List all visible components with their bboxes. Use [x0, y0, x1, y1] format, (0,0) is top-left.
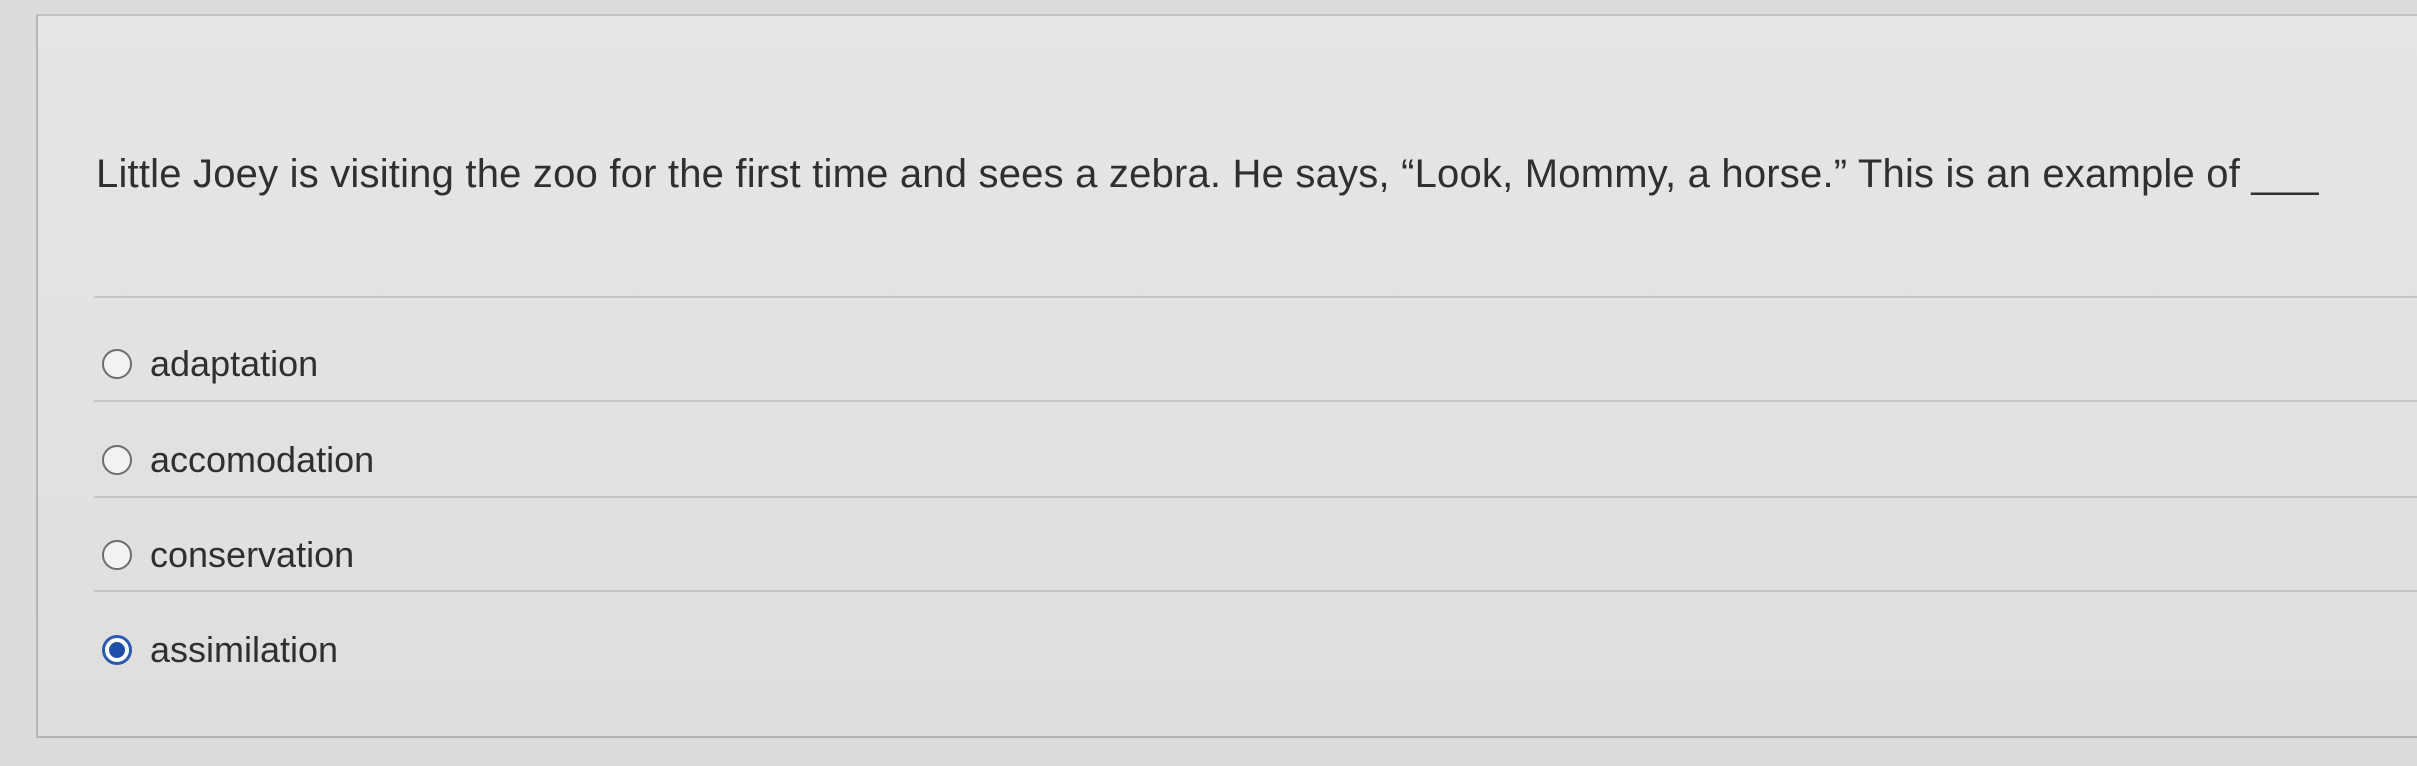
radio-button-icon[interactable]	[102, 540, 132, 570]
divider	[94, 590, 2417, 592]
radio-button-icon[interactable]	[102, 445, 132, 475]
question-panel: Little Joey is visiting the zoo for the …	[36, 14, 2417, 738]
answer-option-conservation[interactable]: conservation	[102, 525, 354, 585]
answer-option-accomodation[interactable]: accomodation	[102, 430, 374, 490]
answer-label[interactable]: conservation	[150, 534, 354, 576]
question-text: Little Joey is visiting the zoo for the …	[96, 152, 2319, 196]
divider	[94, 496, 2417, 498]
answer-label[interactable]: accomodation	[150, 439, 374, 481]
radio-button-selected-icon[interactable]	[102, 635, 132, 665]
radio-button-icon[interactable]	[102, 349, 132, 379]
answer-label[interactable]: adaptation	[150, 343, 318, 385]
answer-label[interactable]: assimilation	[150, 629, 338, 671]
divider	[94, 400, 2417, 402]
answer-option-adaptation[interactable]: adaptation	[102, 334, 318, 394]
divider	[94, 296, 2417, 298]
answer-option-assimilation[interactable]: assimilation	[102, 620, 338, 680]
